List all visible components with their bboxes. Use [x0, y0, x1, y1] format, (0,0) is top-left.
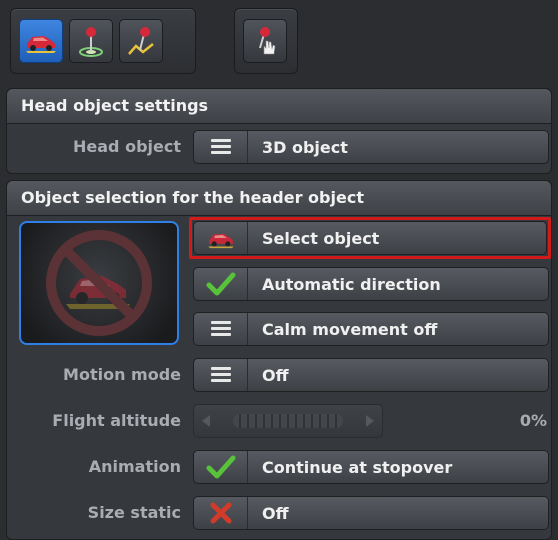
motion-mode-dropdown[interactable]: Off [193, 358, 549, 392]
motion-mode-label: Motion mode [63, 365, 181, 384]
slider-right-arrow-icon [366, 415, 374, 427]
size-static-row: Size static Off [7, 493, 551, 533]
section-title: Object selection for the header object [7, 181, 551, 216]
size-static-value: Off [262, 503, 289, 523]
automatic-direction-row: Automatic direction [7, 264, 551, 304]
list-icon [194, 313, 248, 345]
pin-on-path-icon [128, 27, 154, 55]
car-object-icon [26, 36, 56, 53]
toolbar-group-interaction [234, 8, 298, 74]
pin-on-target-icon [79, 27, 103, 57]
animation-toggle[interactable]: Continue at stopover [193, 450, 549, 484]
animation-value: Continue at stopover [262, 457, 453, 477]
automatic-direction-label: Automatic direction [262, 274, 441, 294]
head-object-value: 3D object [262, 137, 348, 157]
head-object-dropdown[interactable]: 3D object [193, 130, 549, 164]
pin-on-path-mode-button[interactable] [119, 19, 163, 63]
car-object-mode-button[interactable] [19, 19, 63, 63]
motion-mode-row: Motion mode Off [7, 355, 551, 395]
head-object-settings-panel: Head object settings Head object 3D obje… [6, 88, 552, 174]
flight-altitude-label: Flight altitude [52, 411, 181, 430]
calm-movement-dropdown[interactable]: Calm movement off [193, 312, 549, 346]
select-object-row: Select object [7, 217, 551, 259]
flight-altitude-row: Flight altitude 0% [7, 401, 551, 441]
size-static-toggle[interactable]: Off [193, 496, 549, 530]
calm-movement-label: Calm movement off [262, 319, 438, 339]
pin-hand-mode-button[interactable] [243, 19, 287, 63]
automatic-direction-toggle[interactable]: Automatic direction [193, 267, 549, 301]
object-selection-panel: Object selection for the header object S… [6, 180, 552, 540]
animation-row: Animation Continue at stopover [7, 447, 551, 487]
slider-left-arrow-icon [202, 415, 210, 427]
pin-hand-icon [259, 27, 276, 55]
flight-altitude-percent: 0% [519, 411, 547, 430]
head-object-label: Head object [73, 137, 181, 156]
toolbar-group-object-mode [10, 8, 196, 74]
checkmark-icon [194, 268, 248, 300]
calm-movement-row: Calm movement off [7, 309, 551, 349]
list-icon [194, 131, 248, 163]
head-object-row: Head object 3D object [7, 127, 551, 167]
checkmark-icon [194, 451, 248, 483]
pin-on-target-mode-button[interactable] [69, 19, 113, 63]
slider-track [233, 414, 343, 428]
highlight-box [189, 217, 551, 259]
cross-icon [194, 497, 248, 529]
motion-mode-value: Off [262, 365, 289, 385]
animation-label: Animation [88, 457, 181, 476]
size-static-label: Size static [87, 503, 181, 522]
section-title: Head object settings [7, 89, 551, 124]
flight-altitude-slider [193, 404, 383, 438]
list-icon [194, 359, 248, 391]
